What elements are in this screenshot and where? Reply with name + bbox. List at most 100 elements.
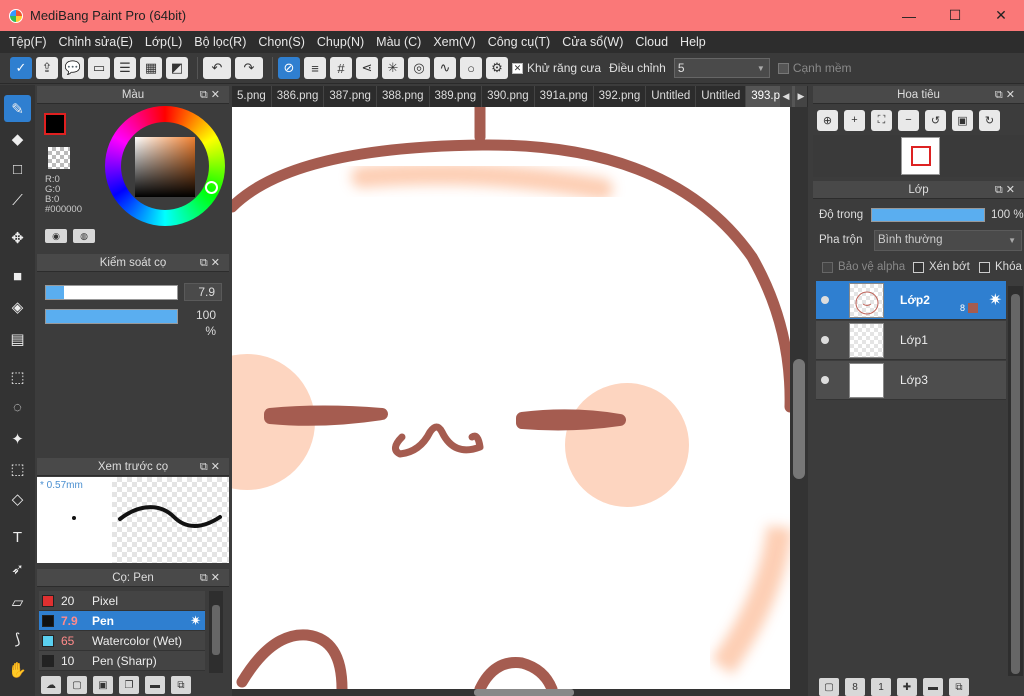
magic-wand-tool-icon[interactable]: ✦ xyxy=(4,425,31,452)
maximize-button[interactable]: ☐ xyxy=(932,0,978,31)
move-tool-icon[interactable]: ✥ xyxy=(4,224,31,251)
rect-select-tool-icon[interactable]: ⬚ xyxy=(4,363,31,390)
text-tool-icon[interactable]: T xyxy=(4,524,31,551)
comment-icon[interactable]: 💬 xyxy=(62,57,84,79)
brush-size-value[interactable]: 7.9 xyxy=(184,283,222,301)
select-eraser-tool-icon[interactable]: ◇ xyxy=(4,485,31,512)
file-tab[interactable]: 392.png xyxy=(594,86,647,107)
panel-float-close-icon[interactable]: ⧉✕ xyxy=(995,181,1018,199)
menu-layer[interactable]: Lớp(L) xyxy=(139,35,188,49)
drawing-canvas[interactable] xyxy=(232,107,790,689)
menu-filter[interactable]: Bộ lọc(R) xyxy=(188,35,252,49)
navigator-preview[interactable] xyxy=(813,135,1024,177)
cloud-save-icon[interactable]: ✓ xyxy=(10,57,32,79)
file-tab[interactable]: 390.png xyxy=(482,86,535,107)
speech-bubble-icon[interactable]: ▭ xyxy=(88,57,110,79)
snap-off-icon[interactable]: ⊘ xyxy=(278,57,300,79)
copy-brush-icon[interactable]: ❐ xyxy=(119,676,139,694)
brush-tool-icon[interactable]: ✎ xyxy=(4,95,31,122)
layer-row-lop3[interactable]: Lớp3 xyxy=(816,361,1006,400)
comic-panel-icon[interactable]: ▦ xyxy=(140,57,162,79)
brush-size-slider[interactable] xyxy=(45,285,178,300)
tab-next-icon[interactable]: ▶ xyxy=(795,86,807,107)
fill-rect-tool-icon[interactable]: ■ xyxy=(4,263,31,290)
brush-opacity-slider[interactable] xyxy=(45,309,178,324)
layer-settings-gear-icon[interactable]: ✷ xyxy=(989,290,1002,310)
panel-float-close-icon[interactable]: ⧉✕ xyxy=(200,254,223,272)
rect-select-dot-icon[interactable]: □ xyxy=(4,156,31,183)
new-brush-icon[interactable]: ▢ xyxy=(67,676,87,694)
brush-item-pen[interactable]: 7.9 Pen ✷ xyxy=(39,611,205,631)
select-pen-tool-icon[interactable]: ⬚ xyxy=(4,455,31,482)
new-8bit-layer-icon[interactable]: 8 xyxy=(845,678,865,696)
menu-edit[interactable]: Chỉnh sửa(E) xyxy=(53,35,139,49)
lasso-tool-icon[interactable]: ◌ xyxy=(4,394,31,421)
eye-icon[interactable] xyxy=(821,376,829,384)
layer-opacity-slider[interactable] xyxy=(871,208,985,222)
hand-tool-icon[interactable]: ✋ xyxy=(4,656,31,683)
brush-list-scrollbar[interactable] xyxy=(209,591,223,673)
pen-line-tool-icon[interactable]: ⟋ xyxy=(4,187,31,214)
color-picker-icon[interactable]: ◍ xyxy=(73,229,95,243)
undo-icon[interactable]: ↶ xyxy=(203,57,231,79)
protect-alpha-option[interactable]: Bảo vệ alpha xyxy=(822,261,905,273)
transparent-color-swatch[interactable] xyxy=(48,147,70,169)
brush-folder-icon[interactable]: ▬ xyxy=(145,676,165,694)
snap-concentric-icon[interactable]: ◎ xyxy=(408,57,430,79)
bucket-tool-icon[interactable]: ◈ xyxy=(4,293,31,320)
tab-prev-icon[interactable]: ◀ xyxy=(780,86,792,107)
gradient-tool-icon[interactable]: ▤ xyxy=(4,325,31,352)
snap-grid-icon[interactable]: # xyxy=(330,57,352,79)
snap-settings-icon[interactable]: ⚙ xyxy=(486,57,508,79)
new-1bit-layer-icon[interactable]: 1 xyxy=(871,678,891,696)
clipping-option[interactable]: Xén bớt xyxy=(913,261,970,273)
menu-select[interactable]: Chọn(S) xyxy=(252,35,311,49)
panel-float-close-icon[interactable]: ⧉✕ xyxy=(200,86,223,104)
close-button[interactable]: ✕ xyxy=(978,0,1024,31)
file-tab[interactable]: 5.png xyxy=(232,86,272,107)
eyedropper-tool-icon[interactable]: ⟆ xyxy=(4,625,31,652)
snap-curve-icon[interactable]: ∿ xyxy=(434,57,456,79)
duplicate-layer-icon[interactable]: ⧉ xyxy=(949,678,969,696)
file-tab[interactable]: 388.png xyxy=(377,86,430,107)
palette-icon[interactable]: ◉ xyxy=(45,229,67,243)
cloud-brush-icon[interactable]: ☁ xyxy=(41,676,61,694)
duplicate-brush-icon[interactable]: ⧉ xyxy=(171,676,191,694)
document-icon[interactable]: ☰ xyxy=(114,57,136,79)
eye-icon[interactable] xyxy=(821,336,829,344)
brush-item-pixel[interactable]: 20 Pixel xyxy=(39,591,205,611)
menu-snap[interactable]: Chụp(N) xyxy=(311,35,370,49)
panel-float-close-icon[interactable]: ⧉✕ xyxy=(995,86,1018,104)
menu-window[interactable]: Cửa sổ(W) xyxy=(556,35,629,49)
blend-mode-select[interactable]: Bình thường ▼ xyxy=(874,230,1022,251)
foreground-color-swatch[interactable] xyxy=(44,113,66,135)
file-tab[interactable]: 389.png xyxy=(430,86,483,107)
add-layer-menu-icon[interactable]: ✚ xyxy=(897,678,917,696)
canvas-horizontal-scrollbar[interactable] xyxy=(232,689,808,696)
lock-checkbox[interactable] xyxy=(979,261,990,273)
layer-folder-icon[interactable]: ▬ xyxy=(923,678,943,696)
snap-ellipse-icon[interactable]: ○ xyxy=(460,57,482,79)
rotate-right-icon[interactable]: ↻ xyxy=(979,109,1000,131)
file-tab[interactable]: 391a.png xyxy=(535,86,594,107)
eraser-tool-icon[interactable]: ◆ xyxy=(4,125,31,152)
hue-marker[interactable] xyxy=(205,181,218,194)
layer-row-lop2[interactable]: Lớp2 8 ✷ xyxy=(816,281,1006,320)
zoom-fit-icon[interactable]: ⊕ xyxy=(817,109,838,131)
blur-tool-icon[interactable]: ▱ xyxy=(4,588,31,615)
lock-option[interactable]: Khóa xyxy=(979,261,1022,273)
file-tab[interactable]: Untitled xyxy=(696,86,747,107)
layer-list-scrollbar[interactable] xyxy=(1008,286,1023,676)
file-tab[interactable]: 386.png xyxy=(272,86,325,107)
file-tab[interactable]: 387.png xyxy=(324,86,377,107)
snap-perspective-icon[interactable]: ⋖ xyxy=(356,57,378,79)
menu-cloud[interactable]: Cloud xyxy=(629,35,674,49)
zoom-in-icon[interactable]: + xyxy=(844,109,865,131)
panel-float-close-icon[interactable]: ⧉✕ xyxy=(200,458,223,476)
layer-row-lop1[interactable]: Lớp1 xyxy=(816,321,1006,360)
clipping-checkbox[interactable] xyxy=(913,261,924,273)
saturation-value-box[interactable] xyxy=(135,137,195,197)
minimize-button[interactable]: — xyxy=(886,0,932,31)
brush-item-pen-sharp[interactable]: 10 Pen (Sharp) xyxy=(39,651,205,671)
canvas-vertical-scrollbar[interactable] xyxy=(790,107,808,689)
